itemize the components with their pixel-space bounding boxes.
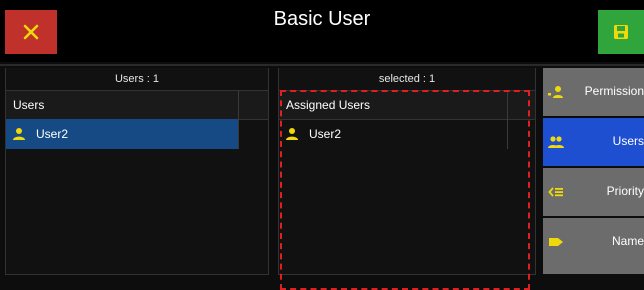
- users-count-label: Users : 1: [114, 73, 159, 85]
- priority-icon: [548, 187, 563, 197]
- users-list[interactable]: User2: [6, 119, 268, 274]
- users-group-icon: [548, 136, 564, 148]
- sidebar-item-priority[interactable]: Priority: [543, 168, 644, 216]
- sidebar-item-label: Name: [611, 234, 644, 248]
- top-bar: [0, 0, 644, 62]
- user-icon: [13, 128, 25, 140]
- users-list-header: Users: [6, 90, 268, 120]
- assigned-users-list[interactable]: User2: [279, 119, 535, 274]
- assigned-list-header: Assigned Users: [279, 90, 535, 120]
- column-separator: [238, 91, 239, 119]
- close-button[interactable]: [5, 10, 57, 54]
- list-item[interactable]: User2: [279, 119, 341, 149]
- users-column-header: Users: [13, 98, 45, 112]
- column-separator: [507, 91, 508, 119]
- column-separator: [238, 119, 239, 149]
- sidebar-item-label: Permission: [584, 84, 644, 98]
- users-panel: Users : 1 Users User2: [5, 68, 269, 275]
- column-separator: [507, 119, 508, 149]
- save-button[interactable]: [598, 10, 644, 54]
- save-icon: [614, 25, 628, 39]
- sidebar-item-permission[interactable]: Permission: [543, 68, 644, 116]
- assigned-column-header: Assigned Users: [286, 98, 371, 112]
- sidebar-item-users[interactable]: Users: [543, 118, 644, 166]
- user-icon: [286, 128, 298, 140]
- list-item[interactable]: User2: [6, 119, 238, 149]
- sidebar-item-name[interactable]: Name: [543, 218, 644, 274]
- header-divider: [0, 64, 644, 66]
- list-item-label: User2: [36, 127, 69, 141]
- sidebar-item-label: Priority: [606, 184, 644, 198]
- name-tag-icon: [549, 238, 563, 246]
- assigned-users-panel: selected : 1 Assigned Users User2: [278, 68, 536, 275]
- close-icon: [23, 24, 39, 40]
- list-item-label: User2: [309, 127, 342, 141]
- user-permission-icon: [548, 86, 563, 98]
- selected-count-label: selected : 1: [378, 73, 436, 85]
- sidebar-item-label: Users: [612, 134, 644, 148]
